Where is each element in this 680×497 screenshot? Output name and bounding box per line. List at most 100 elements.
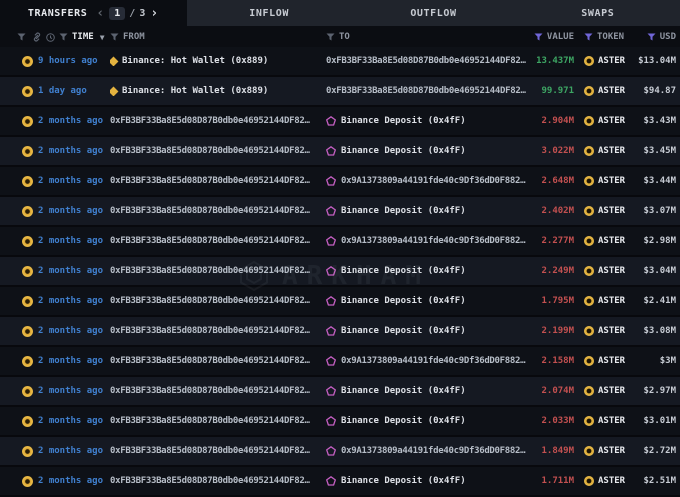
to-label[interactable]: Binance Deposit (0x4fF)	[341, 386, 466, 396]
transfer-time[interactable]: 2 months ago	[38, 356, 110, 366]
table-row[interactable]: 2 months ago 0xFB3BF33Ba8E5d08D87B0db0e4…	[0, 257, 680, 287]
transfer-token[interactable]: ASTER	[574, 356, 636, 366]
transfer-to[interactable]: Binance Deposit (0x4fF)	[322, 206, 526, 216]
transfer-to[interactable]: Binance Deposit (0x4fF)	[322, 116, 526, 126]
table-row[interactable]: 2 months ago 0xFB3BF33Ba8E5d08D87B0db0e4…	[0, 197, 680, 227]
transfer-to[interactable]: 0xFB3BF33Ba8E5d08D87B0db0e46952144DF82…	[322, 86, 526, 96]
transfer-from[interactable]: 0xFB3BF33Ba8E5d08D87B0db0e46952144DF82…	[110, 386, 322, 396]
transfer-time[interactable]: 2 months ago	[38, 476, 110, 486]
table-row[interactable]: 2 months ago 0xFB3BF33Ba8E5d08D87B0db0e4…	[0, 377, 680, 407]
transfer-token[interactable]: ASTER	[574, 476, 636, 486]
transfer-token[interactable]: ASTER	[574, 296, 636, 306]
transfer-from[interactable]: 0xFB3BF33Ba8E5d08D87B0db0e46952144DF82…	[110, 416, 322, 426]
transfer-from[interactable]: Binance: Hot Wallet (0x889)	[110, 86, 322, 96]
transfer-time[interactable]: 2 months ago	[38, 266, 110, 276]
to-label[interactable]: Binance Deposit (0x4fF)	[341, 326, 466, 336]
transfer-from[interactable]: Binance: Hot Wallet (0x889)	[110, 56, 322, 66]
prev-page-icon[interactable]: ‹	[95, 7, 105, 20]
transfer-time[interactable]: 2 months ago	[38, 416, 110, 426]
to-label[interactable]: 0xFB3BF33Ba8E5d08D87B0db0e46952144DF82…	[326, 56, 526, 66]
to-label[interactable]: Binance Deposit (0x4fF)	[341, 416, 466, 426]
transfer-token[interactable]: ASTER	[574, 206, 636, 216]
tab-swaps[interactable]: SWAPS	[516, 0, 680, 26]
transfer-token[interactable]: ASTER	[574, 266, 636, 276]
table-row[interactable]: 9 hours ago Binance: Hot Wallet (0x889) …	[0, 47, 680, 77]
filter-icon[interactable]	[534, 33, 543, 41]
to-label[interactable]: 0x9A1373809a44191fde40c9Df36dD0F882…	[341, 356, 525, 366]
transfer-time[interactable]: 2 months ago	[38, 146, 110, 156]
to-label[interactable]: Binance Deposit (0x4fF)	[341, 116, 466, 126]
to-label[interactable]: Binance Deposit (0x4fF)	[341, 206, 466, 216]
transfer-time[interactable]: 9 hours ago	[38, 56, 110, 66]
next-page-icon[interactable]: ›	[149, 7, 159, 20]
table-row[interactable]: 2 months ago 0xFB3BF33Ba8E5d08D87B0db0e4…	[0, 317, 680, 347]
from-label[interactable]: 0xFB3BF33Ba8E5d08D87B0db0e46952144DF82…	[110, 176, 310, 186]
transfer-to[interactable]: 0x9A1373809a44191fde40c9Df36dD0F882…	[322, 446, 526, 456]
to-label[interactable]: Binance Deposit (0x4fF)	[341, 146, 466, 156]
table-row[interactable]: 2 months ago 0xFB3BF33Ba8E5d08D87B0db0e4…	[0, 227, 680, 257]
transfer-time[interactable]: 2 months ago	[38, 236, 110, 246]
tab-inflow[interactable]: INFLOW	[187, 0, 351, 26]
from-label[interactable]: 0xFB3BF33Ba8E5d08D87B0db0e46952144DF82…	[110, 326, 310, 336]
transfer-token[interactable]: ASTER	[574, 326, 636, 336]
transfer-time[interactable]: 2 months ago	[38, 206, 110, 216]
transfer-token[interactable]: ASTER	[574, 86, 636, 96]
transfer-from[interactable]: 0xFB3BF33Ba8E5d08D87B0db0e46952144DF82…	[110, 236, 322, 246]
transfer-from[interactable]: 0xFB3BF33Ba8E5d08D87B0db0e46952144DF82…	[110, 476, 322, 486]
from-label[interactable]: 0xFB3BF33Ba8E5d08D87B0db0e46952144DF82…	[110, 416, 310, 426]
to-label[interactable]: Binance Deposit (0x4fF)	[341, 266, 466, 276]
transfer-time[interactable]: 2 months ago	[38, 386, 110, 396]
time-column-header[interactable]: TIME ▼	[38, 32, 110, 42]
table-row[interactable]: 2 months ago 0xFB3BF33Ba8E5d08D87B0db0e4…	[0, 467, 680, 497]
table-row[interactable]: 2 months ago 0xFB3BF33Ba8E5d08D87B0db0e4…	[0, 407, 680, 437]
from-label[interactable]: 0xFB3BF33Ba8E5d08D87B0db0e46952144DF82…	[110, 236, 310, 246]
transfer-to[interactable]: Binance Deposit (0x4fF)	[322, 266, 526, 276]
table-row[interactable]: 2 months ago 0xFB3BF33Ba8E5d08D87B0db0e4…	[0, 167, 680, 197]
to-label[interactable]: Binance Deposit (0x4fF)	[341, 476, 466, 486]
table-row[interactable]: 2 months ago 0xFB3BF33Ba8E5d08D87B0db0e4…	[0, 437, 680, 467]
transfer-from[interactable]: 0xFB3BF33Ba8E5d08D87B0db0e46952144DF82…	[110, 116, 322, 126]
transfer-to[interactable]: Binance Deposit (0x4fF)	[322, 296, 526, 306]
from-label[interactable]: 0xFB3BF33Ba8E5d08D87B0db0e46952144DF82…	[110, 446, 310, 456]
transfer-time[interactable]: 2 months ago	[38, 446, 110, 456]
from-label[interactable]: 0xFB3BF33Ba8E5d08D87B0db0e46952144DF82…	[110, 296, 310, 306]
filter-icon[interactable]	[647, 33, 656, 41]
value-column-header[interactable]: VALUE	[526, 32, 574, 42]
usd-column-header[interactable]: USD	[636, 32, 680, 42]
table-row[interactable]: 2 months ago 0xFB3BF33Ba8E5d08D87B0db0e4…	[0, 107, 680, 137]
from-label[interactable]: 0xFB3BF33Ba8E5d08D87B0db0e46952144DF82…	[110, 386, 310, 396]
transfer-from[interactable]: 0xFB3BF33Ba8E5d08D87B0db0e46952144DF82…	[110, 266, 322, 276]
transfer-time[interactable]: 2 months ago	[38, 326, 110, 336]
transfer-time[interactable]: 2 months ago	[38, 176, 110, 186]
transfer-to[interactable]: 0xFB3BF33Ba8E5d08D87B0db0e46952144DF82…	[322, 56, 526, 66]
from-label[interactable]: 0xFB3BF33Ba8E5d08D87B0db0e46952144DF82…	[110, 206, 310, 216]
transfer-from[interactable]: 0xFB3BF33Ba8E5d08D87B0db0e46952144DF82…	[110, 446, 322, 456]
transfer-token[interactable]: ASTER	[574, 116, 636, 126]
table-row[interactable]: 2 months ago 0xFB3BF33Ba8E5d08D87B0db0e4…	[0, 137, 680, 167]
from-label[interactable]: 0xFB3BF33Ba8E5d08D87B0db0e46952144DF82…	[110, 146, 310, 156]
from-label[interactable]: 0xFB3BF33Ba8E5d08D87B0db0e46952144DF82…	[110, 356, 310, 366]
filter-icon[interactable]	[326, 33, 335, 41]
transfer-to[interactable]: Binance Deposit (0x4fF)	[322, 326, 526, 336]
transfer-from[interactable]: 0xFB3BF33Ba8E5d08D87B0db0e46952144DF82…	[110, 176, 322, 186]
transfer-from[interactable]: 0xFB3BF33Ba8E5d08D87B0db0e46952144DF82…	[110, 206, 322, 216]
tab-outflow[interactable]: OUTFLOW	[351, 0, 515, 26]
transfer-token[interactable]: ASTER	[574, 146, 636, 156]
transfer-token[interactable]: ASTER	[574, 56, 636, 66]
token-column-header[interactable]: TOKEN	[574, 32, 636, 42]
from-label[interactable]: Binance: Hot Wallet (0x889)	[122, 86, 268, 96]
from-label[interactable]: Binance: Hot Wallet (0x889)	[122, 56, 268, 66]
transfer-to[interactable]: 0x9A1373809a44191fde40c9Df36dD0F882…	[322, 236, 526, 246]
transfer-time[interactable]: 2 months ago	[38, 296, 110, 306]
transfer-to[interactable]: 0x9A1373809a44191fde40c9Df36dD0F882…	[322, 176, 526, 186]
transfer-time[interactable]: 1 day ago	[38, 86, 110, 96]
filter-icon[interactable]	[584, 33, 593, 41]
to-label[interactable]: 0xFB3BF33Ba8E5d08D87B0db0e46952144DF82…	[326, 86, 526, 96]
transfer-time[interactable]: 2 months ago	[38, 116, 110, 126]
transfer-from[interactable]: 0xFB3BF33Ba8E5d08D87B0db0e46952144DF82…	[110, 296, 322, 306]
to-label[interactable]: 0x9A1373809a44191fde40c9Df36dD0F882…	[341, 446, 525, 456]
filter-icon[interactable]	[110, 33, 119, 41]
transfer-token[interactable]: ASTER	[574, 236, 636, 246]
transfer-to[interactable]: Binance Deposit (0x4fF)	[322, 476, 526, 486]
transfer-to[interactable]: Binance Deposit (0x4fF)	[322, 416, 526, 426]
